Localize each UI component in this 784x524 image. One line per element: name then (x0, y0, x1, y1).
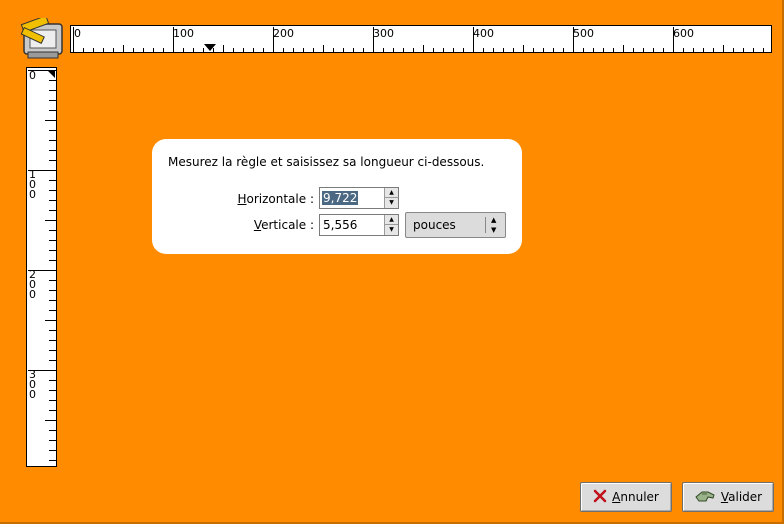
horizontal-spinbutton[interactable]: 9,722 ▲ ▼ (319, 187, 399, 209)
vertical-label: Verticale : (152, 218, 314, 232)
vruler-label: 0 (29, 69, 36, 82)
validate-label: Valider (721, 490, 762, 504)
validate-button[interactable]: Valider (682, 482, 774, 512)
position-marker-icon (47, 70, 55, 78)
vertical-ruler: 0 1 0 0 2 0 0 3 0 0 (26, 67, 57, 467)
measure-panel: Mesurez la règle et saisissez sa longueu… (152, 139, 522, 254)
spin-down-icon[interactable]: ▼ (385, 225, 398, 235)
validate-hand-icon (694, 488, 716, 507)
vertical-value[interactable]: 5,556 (322, 218, 358, 232)
spin-up-icon[interactable]: ▲ (385, 215, 398, 225)
vruler-label: 2 0 0 (29, 268, 36, 301)
cancel-label: Annuler (612, 490, 659, 504)
vruler-label: 3 0 0 (29, 368, 36, 401)
horizontal-value[interactable]: 9,722 (322, 191, 359, 205)
vertical-spin-arrows[interactable]: ▲ ▼ (384, 215, 398, 235)
combo-separator (485, 217, 486, 233)
hruler-label: 100 (173, 27, 194, 40)
unit-select[interactable]: pouces ▲ ▼ (405, 212, 506, 238)
vertical-label-rest: erticale : (261, 218, 314, 232)
hruler-label: 200 (273, 27, 294, 40)
horizontal-label-rest: orizontale : (246, 192, 315, 206)
cancel-x-icon (593, 489, 607, 506)
vertical-spinbutton[interactable]: 5,556 ▲ ▼ (319, 214, 399, 236)
hruler-label: 600 (673, 27, 694, 40)
position-marker-icon (204, 44, 216, 51)
horizontal-ruler: 0 100 200 300 400 500 600 (70, 25, 772, 53)
spin-up-icon[interactable]: ▲ (385, 188, 398, 198)
cancel-label-rest: nnuler (620, 490, 659, 504)
cancel-button[interactable]: Annuler (580, 482, 672, 512)
instruction-text: Mesurez la règle et saisissez sa longueu… (168, 155, 485, 169)
spin-down-icon[interactable]: ▼ (385, 198, 398, 208)
hruler-label: 300 (373, 27, 394, 40)
horizontal-spin-arrows[interactable]: ▲ ▼ (384, 188, 398, 208)
updown-arrows-icon: ▲ ▼ (491, 216, 497, 234)
hruler-label: 0 (74, 27, 81, 40)
hruler-label: 500 (573, 27, 594, 40)
validate-label-rest: alider (728, 490, 763, 504)
horizontal-label: Horizontale : (152, 192, 314, 206)
hruler-label: 400 (473, 27, 494, 40)
horizontal-label-mnemonic: H (237, 192, 247, 206)
unit-selected-value: pouces (413, 218, 456, 232)
printer-calibrate-icon (20, 15, 64, 62)
vruler-label: 1 0 0 (29, 168, 36, 201)
